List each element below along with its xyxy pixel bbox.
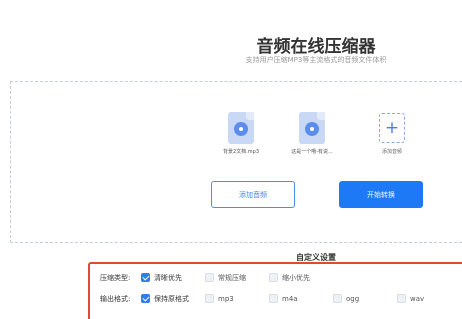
checkbox-icon[interactable] bbox=[205, 294, 214, 303]
option-wav[interactable]: wav bbox=[397, 294, 424, 303]
option-mp3[interactable]: mp3 bbox=[205, 294, 234, 303]
file-item[interactable]: 这是一个哦-有说... bbox=[283, 112, 341, 155]
option-normal-compress[interactable]: 常规压缩 bbox=[205, 273, 246, 283]
page-subtitle: 支持用户压缩MP3等主流格式的音频文件体积 bbox=[245, 56, 387, 64]
option-m4a[interactable]: m4a bbox=[269, 294, 298, 303]
checkbox-icon[interactable] bbox=[269, 294, 278, 303]
checkbox-icon[interactable] bbox=[397, 294, 406, 303]
option-keep-format[interactable]: 保持原格式 bbox=[141, 294, 189, 304]
add-audio-tile-label: 添加音频 bbox=[381, 149, 402, 155]
option-size-first[interactable]: 缩小优先 bbox=[269, 273, 310, 283]
checkbox-checked-icon[interactable] bbox=[141, 294, 150, 303]
compress-type-label: 压缩类型: bbox=[100, 274, 131, 282]
file-name: 这是一个哦-有说... bbox=[291, 149, 333, 155]
upload-dropzone[interactable] bbox=[10, 81, 462, 243]
checkbox-icon[interactable] bbox=[205, 273, 214, 282]
file-name: 背景2文档.mp3 bbox=[223, 149, 259, 155]
audio-file-icon bbox=[228, 112, 254, 144]
checkbox-checked-icon[interactable] bbox=[141, 273, 150, 282]
settings-panel bbox=[88, 262, 462, 319]
page-title: 音频在线压缩器 bbox=[256, 37, 376, 57]
checkbox-icon[interactable] bbox=[269, 273, 278, 282]
option-ogg[interactable]: ogg bbox=[333, 294, 359, 303]
checkbox-icon[interactable] bbox=[333, 294, 342, 303]
audio-file-icon bbox=[299, 112, 325, 144]
file-item[interactable]: 背景2文档.mp3 bbox=[212, 112, 270, 155]
option-clear-first[interactable]: 清晰优先 bbox=[141, 273, 182, 283]
start-convert-button[interactable]: 开始转换 bbox=[339, 181, 423, 208]
add-audio-button[interactable]: 添加音频 bbox=[211, 181, 295, 208]
add-audio-tile[interactable]: + bbox=[379, 113, 405, 143]
plus-icon: + bbox=[384, 118, 400, 138]
output-format-label: 输出格式: bbox=[100, 295, 131, 303]
